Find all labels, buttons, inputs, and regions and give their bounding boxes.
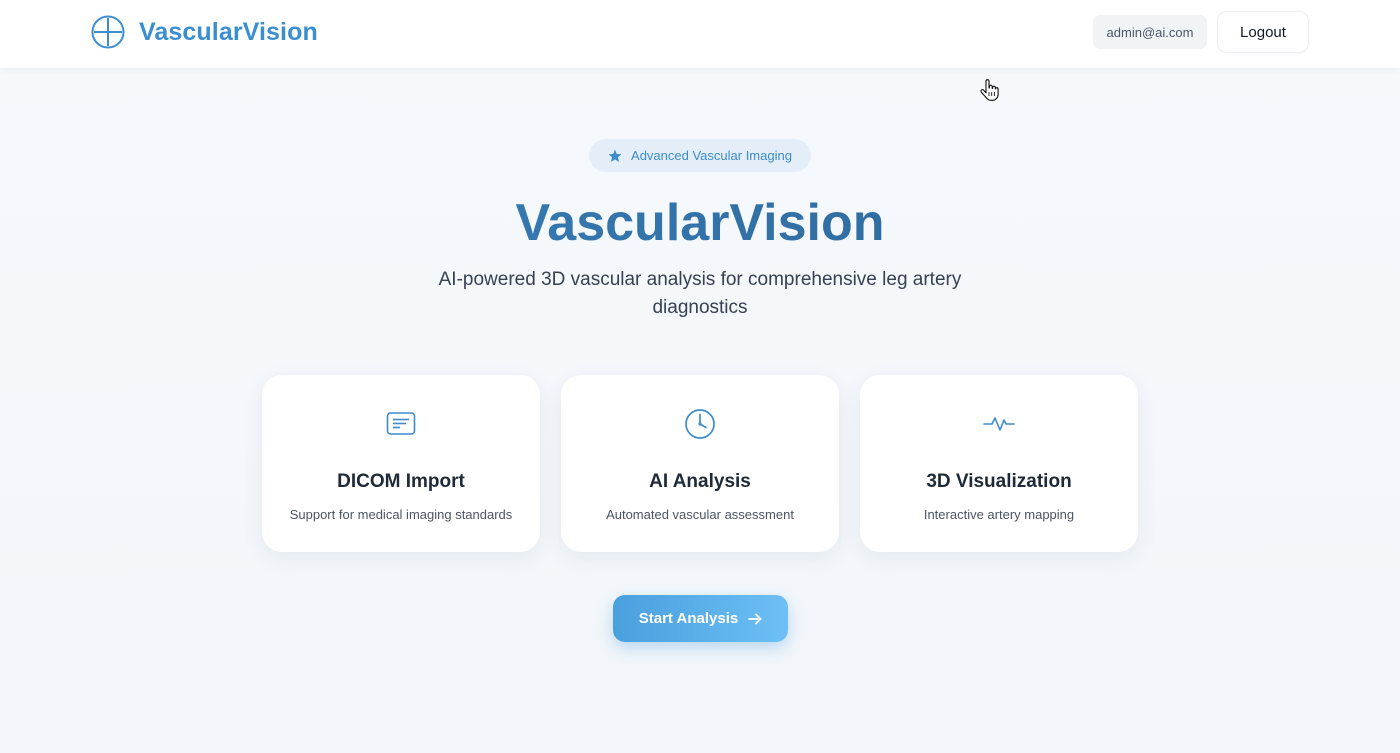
feature-card-ai-analysis: AI Analysis Automated vascular assessmen…	[561, 375, 839, 552]
user-email-badge: admin@ai.com	[1093, 15, 1207, 49]
star-icon	[608, 149, 622, 162]
hero-subtitle: AI-powered 3D vascular analysis for comp…	[438, 269, 962, 318]
start-analysis-label: Start Analysis	[638, 610, 739, 627]
feature-title: AI Analysis	[649, 471, 751, 492]
feature-description: Interactive artery mapping	[923, 507, 1075, 522]
feature-card-dicom-import: DICOM Import Support for medical imaging…	[262, 375, 540, 552]
feature-card-3d-visualization: 3D Visualization Interactive artery mapp…	[860, 375, 1138, 552]
hero-badge: Advanced Vascular Imaging	[589, 139, 811, 172]
pulse-icon	[983, 417, 1015, 431]
feature-description: Automated vascular assessment	[606, 507, 794, 522]
hero-title: VascularVision	[0, 188, 1400, 258]
feature-description: Support for medical imaging standards	[289, 507, 513, 522]
start-analysis-button[interactable]: Start Analysis	[613, 595, 788, 642]
top-nav: VascularVision admin@ai.com Logout	[0, 0, 1400, 68]
feature-title: 3D Visualization	[926, 471, 1072, 492]
logout-button[interactable]: Logout	[1217, 11, 1309, 53]
brand-name: VascularVision	[139, 17, 318, 46]
circle-plus-icon	[91, 15, 125, 49]
document-icon	[386, 412, 416, 435]
brand-logo[interactable]: VascularVision	[91, 15, 318, 49]
arrow-right-icon	[748, 613, 762, 624]
hero-badge-label: Advanced Vascular Imaging	[631, 148, 792, 163]
clock-icon	[685, 409, 715, 439]
hand-cursor-icon	[980, 79, 999, 101]
feature-title: DICOM Import	[337, 471, 465, 492]
